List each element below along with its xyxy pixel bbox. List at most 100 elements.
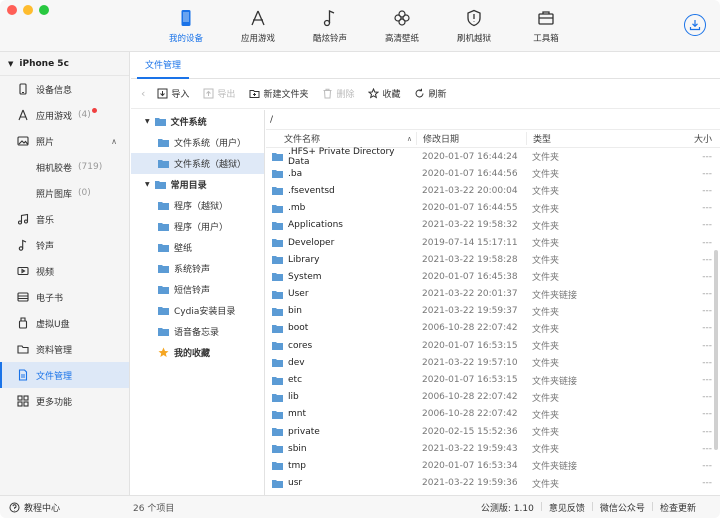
tab-file-management[interactable]: 文件管理 <box>137 52 190 79</box>
device-header[interactable]: ▼ iPhone 5c <box>0 52 129 76</box>
folder-icon <box>158 160 169 168</box>
table-row[interactable]: bin 2021-03-22 19:59:37 文件夹 --- <box>266 303 720 320</box>
table-row[interactable]: .HFS+ Private Directory Data 2020-01-07 1… <box>266 147 720 167</box>
file-list-rows: .HFS+ Private Directory Data 2020-01-07 1… <box>266 147 720 492</box>
delete-button[interactable]: 删除 <box>322 87 354 100</box>
table-row[interactable]: cores 2020-01-07 16:53:15 文件夹 --- <box>266 337 720 354</box>
column-header-name[interactable]: 文件名称 ∧ <box>266 132 416 146</box>
file-date: 2006-10-28 22:07:42 <box>422 323 518 334</box>
sidebar-item-camera-roll[interactable]: 相机胶卷 (719) <box>0 154 129 180</box>
help-center-button[interactable]: 教程中心 <box>0 501 131 514</box>
import-label: 导入 <box>171 90 190 100</box>
table-row[interactable]: lib 2006-10-28 22:07:42 文件夹 --- <box>266 389 720 406</box>
table-row[interactable]: dev 2021-03-22 19:57:10 文件夹 --- <box>266 354 720 371</box>
file-type: 文件夹 <box>532 187 560 198</box>
import-button[interactable]: 导入 <box>157 87 189 100</box>
new-folder-button[interactable]: 新建文件夹 <box>249 87 308 100</box>
sidebar-item-video[interactable]: 视频 <box>0 258 129 284</box>
table-row[interactable]: Developer 2019-07-14 15:17:11 文件夹 --- <box>266 234 720 251</box>
tree-item-filesystem-user[interactable]: 文件系统（用户） <box>131 132 264 153</box>
nav-jailbreak[interactable]: 刷机越狱 <box>438 0 510 52</box>
music-icon <box>17 213 29 225</box>
column-header-type[interactable]: 类型 <box>526 132 686 145</box>
wechat-link[interactable]: 微信公众号 <box>594 501 651 514</box>
sidebar-item-more[interactable]: 更多功能 <box>0 388 129 414</box>
file-date: 2020-01-07 16:44:56 <box>422 168 518 179</box>
favorite-button[interactable]: 收藏 <box>368 87 400 100</box>
table-row[interactable]: private 2020-02-15 15:52:36 文件夹 --- <box>266 423 720 440</box>
file-date: 2020-01-07 16:53:15 <box>422 340 518 351</box>
table-row[interactable]: Applications 2021-03-22 19:58:32 文件夹 --- <box>266 217 720 234</box>
tree-group-common[interactable]: ▼ 常用目录 <box>131 174 264 195</box>
table-row[interactable]: System 2020-01-07 16:45:38 文件夹 --- <box>266 268 720 285</box>
close-window-button[interactable] <box>7 5 17 15</box>
minimize-window-button[interactable] <box>23 5 33 15</box>
table-row[interactable]: tmp 2020-01-07 16:53:34 文件夹链接 --- <box>266 457 720 474</box>
file-list-panel: / 文件名称 ∧ 修改日期 类型 大小 .HFS+ Private Directo… <box>266 110 720 495</box>
folder-icon <box>272 324 283 333</box>
nav-wallpapers[interactable]: 高清壁纸 <box>366 0 438 52</box>
sidebar-item-music[interactable]: 音乐 <box>0 206 129 232</box>
table-row[interactable]: etc 2020-01-07 16:53:15 文件夹链接 --- <box>266 371 720 388</box>
tree-item-apps-jailbreak[interactable]: 程序（越狱） <box>131 195 264 216</box>
file-name: User <box>288 289 309 300</box>
export-label: 导出 <box>217 90 236 100</box>
sidebar-item-ebooks[interactable]: 电子书 <box>0 284 129 310</box>
tree-item-label: 壁纸 <box>174 244 193 254</box>
sidebar-item-photos[interactable]: 照片 ∧ <box>0 128 129 154</box>
table-row[interactable]: Library 2021-03-22 19:58:28 文件夹 --- <box>266 251 720 268</box>
folder-icon <box>158 286 169 294</box>
column-header-date[interactable]: 修改日期 <box>416 132 526 145</box>
path-bar[interactable]: / <box>266 110 720 130</box>
tree-item-system-ringtones[interactable]: 系统铃声 <box>131 258 264 279</box>
table-row[interactable]: .fseventsd 2021-03-22 20:00:04 文件夹 --- <box>266 182 720 199</box>
table-row[interactable]: mnt 2006-10-28 22:07:42 文件夹 --- <box>266 406 720 423</box>
tree-item-apps-user[interactable]: 程序（用户） <box>131 216 264 237</box>
file-date: 2021-03-22 19:58:32 <box>422 220 518 231</box>
refresh-button[interactable]: 刷新 <box>414 87 447 100</box>
table-row[interactable]: User 2021-03-22 20:01:37 文件夹链接 --- <box>266 286 720 303</box>
table-row[interactable]: .mb 2020-01-07 16:44:55 文件夹 --- <box>266 200 720 217</box>
nav-ringtones[interactable]: 酷炫铃声 <box>294 0 366 52</box>
folder-icon <box>272 221 283 230</box>
tree-group-filesystem[interactable]: ▼ 文件系统 <box>131 111 264 132</box>
table-row[interactable]: boot 2006-10-28 22:07:42 文件夹 --- <box>266 320 720 337</box>
zoom-window-button[interactable] <box>39 5 49 15</box>
directory-tree: ▼ 文件系统 文件系统（用户） 文件系统（越狱） ▼ 常用目录 程序（越狱） 程… <box>131 110 265 495</box>
feedback-link[interactable]: 意见反馈 <box>543 501 591 514</box>
tree-item-cydia[interactable]: Cydia安装目录 <box>131 300 264 321</box>
file-type: 文件夹 <box>532 256 560 267</box>
sidebar-item-virtual-usb[interactable]: 虚拟U盘 <box>0 310 129 336</box>
nav-toolbox[interactable]: 工具箱 <box>510 0 582 52</box>
sidebar-item-ringtones[interactable]: 铃声 <box>0 232 129 258</box>
scrollbar[interactable] <box>714 250 718 450</box>
notification-dot <box>92 108 97 113</box>
table-row[interactable]: .ba 2020-01-07 16:44:56 文件夹 --- <box>266 165 720 182</box>
refresh-icon <box>415 88 424 98</box>
nav-apps[interactable]: 应用游戏 <box>222 0 294 52</box>
sidebar-item-apps[interactable]: 应用游戏 (4) <box>0 102 129 128</box>
tree-item-sms-ringtones[interactable]: 短信铃声 <box>131 279 264 300</box>
sidebar-item-data-management[interactable]: 资料管理 <box>0 336 129 362</box>
tree-item-voice-memos[interactable]: 语音备忘录 <box>131 321 264 342</box>
check-update-link[interactable]: 检查更新 <box>654 501 702 514</box>
sidebar-item-label: 照片 <box>36 137 55 148</box>
sidebar-item-file-management[interactable]: 文件管理 <box>0 362 129 388</box>
export-button[interactable]: 导出 <box>203 87 235 100</box>
nav-my-device[interactable]: 我的设备 <box>150 0 222 52</box>
table-row[interactable]: usr 2021-03-22 19:59:36 文件夹 --- <box>266 475 720 492</box>
tree-item-filesystem-jailbreak[interactable]: 文件系统（越狱） <box>131 153 264 174</box>
tree-item-wallpaper[interactable]: 壁纸 <box>131 237 264 258</box>
app-icon <box>18 109 28 121</box>
tree-item-favorites[interactable]: 我的收藏 <box>131 342 264 363</box>
column-header-size[interactable]: 大小 <box>686 132 712 145</box>
download-button[interactable] <box>684 14 706 36</box>
back-button[interactable]: ‹ <box>141 87 145 100</box>
sidebar-item-photo-library[interactable]: 照片图库 (0) <box>0 180 129 206</box>
sidebar-item-device-info[interactable]: 设备信息 <box>0 76 129 102</box>
nav-label: 高清壁纸 <box>384 33 419 44</box>
file-date: 2021-03-22 19:59:43 <box>422 443 518 454</box>
table-row[interactable]: sbin 2021-03-22 19:59:43 文件夹 --- <box>266 440 720 457</box>
file-name-cell: User <box>266 289 416 299</box>
file-date: 2020-01-07 16:45:38 <box>422 271 518 282</box>
